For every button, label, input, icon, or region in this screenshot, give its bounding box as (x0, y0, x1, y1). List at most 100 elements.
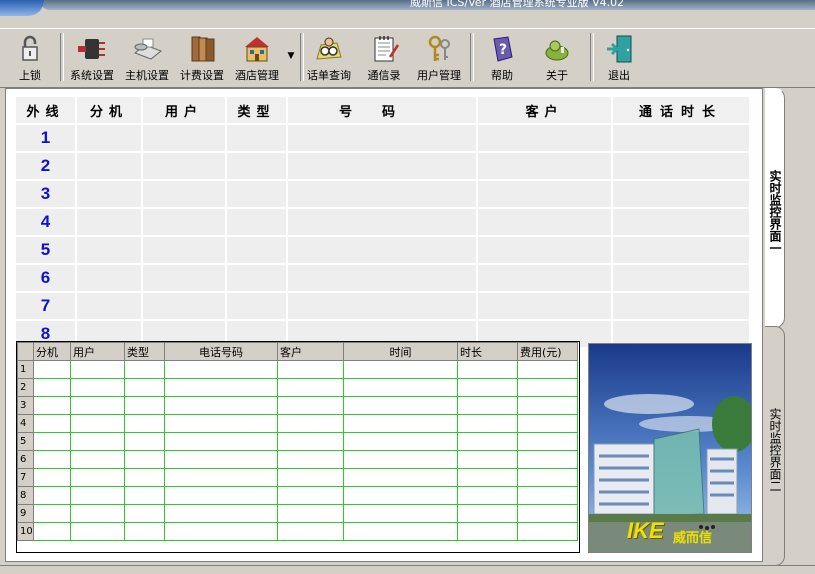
table-row[interactable]: 1 (17, 360, 578, 379)
main-panel: 外线 分机 用户 类型 号码 客户 通话时长 12345678 分机 用户 类型… (5, 88, 763, 562)
line-row[interactable]: 5 (16, 236, 751, 265)
line-cell (76, 124, 143, 153)
table-row[interactable]: 3 (17, 396, 578, 415)
table-row[interactable]: 6 (17, 450, 578, 469)
line-row[interactable]: 6 (16, 264, 751, 293)
log-cell (124, 432, 165, 451)
log-header-phone: 电话号码 (164, 342, 278, 361)
table-row[interactable]: 9 (17, 504, 578, 523)
hotel-dropdown-button[interactable]: ▼ (284, 31, 298, 85)
line-row[interactable]: 3 (16, 180, 751, 209)
log-cell (457, 522, 518, 541)
line-cell (612, 264, 751, 293)
line-row[interactable]: 1 (16, 124, 751, 153)
line-number: 4 (16, 208, 77, 237)
log-cell (124, 486, 165, 505)
line-number: 3 (16, 180, 77, 209)
row-number: 4 (17, 414, 34, 433)
system-settings-button[interactable]: 系统设置 (66, 31, 118, 85)
call-query-button[interactable]: 话单查询 (303, 31, 355, 85)
tab-realtime-monitor-1[interactable]: 实时监控界面一 (765, 88, 785, 328)
line-cell (612, 236, 751, 265)
log-cell (277, 378, 344, 397)
table-row[interactable]: 7 (17, 468, 578, 487)
about-icon (541, 33, 573, 65)
log-header-extension: 分机 (33, 342, 71, 361)
log-cell (164, 450, 278, 469)
line-cell (76, 236, 143, 265)
line-number: 5 (16, 236, 77, 265)
address-book-button[interactable]: 通信录 (358, 31, 410, 85)
log-cell (343, 486, 458, 505)
about-button[interactable]: 关于 (531, 31, 583, 85)
line-cell (76, 180, 143, 209)
row-number: 5 (17, 432, 34, 451)
line-cell (287, 292, 478, 321)
header-type: 类型 (226, 97, 288, 125)
line-row[interactable]: 7 (16, 292, 751, 321)
table-row[interactable]: 4 (17, 414, 578, 433)
log-cell (164, 468, 278, 487)
log-cell (124, 396, 165, 415)
host-settings-button[interactable]: 主机设置 (121, 31, 173, 85)
line-cell (226, 236, 288, 265)
log-cell (277, 450, 344, 469)
line-cell (477, 208, 613, 237)
billing-settings-button[interactable]: 计费设置 (176, 31, 228, 85)
line-row[interactable]: 2 (16, 152, 751, 181)
log-cell (343, 396, 458, 415)
hotel-management-button[interactable]: 酒店管理 (231, 31, 283, 85)
log-header-customer: 客户 (277, 342, 344, 361)
line-cell (76, 208, 143, 237)
log-cell (517, 504, 578, 523)
user-management-button[interactable]: 用户管理 (413, 31, 465, 85)
line-cell (287, 152, 478, 181)
header-number: 号码 (287, 97, 478, 125)
table-row[interactable]: 2 (17, 378, 578, 397)
tab-realtime-monitor-2[interactable]: 实时监控界面二 (765, 326, 785, 566)
log-header-type: 类型 (124, 342, 165, 361)
line-row[interactable]: 4 (16, 208, 751, 237)
log-cell (164, 360, 278, 379)
exit-button[interactable]: 退出 (596, 31, 642, 85)
table-row[interactable]: 10 (17, 522, 578, 541)
header-customer: 客户 (477, 97, 613, 125)
log-cell (70, 360, 125, 379)
line-cell (612, 180, 751, 209)
call-log-table[interactable]: 分机 用户 类型 电话号码 客户 时间 时长 费用(元) 1 2 3 4 5 6 7 8 9 10 (16, 341, 580, 553)
hotel-icon (241, 33, 273, 65)
log-cell (277, 522, 344, 541)
log-cell (33, 450, 71, 469)
log-cell (164, 504, 278, 523)
log-cell (277, 360, 344, 379)
table-row[interactable]: 8 (17, 486, 578, 505)
log-cell (277, 486, 344, 505)
line-cell (477, 236, 613, 265)
line-cell (477, 124, 613, 153)
line-cell (142, 264, 227, 293)
log-cell (343, 414, 458, 433)
line-cell (612, 152, 751, 181)
log-cell (517, 522, 578, 541)
line-cell (477, 264, 613, 293)
help-button[interactable]: ? 帮助 (476, 31, 528, 85)
row-number: 8 (17, 486, 34, 505)
line-cell (287, 124, 478, 153)
plug-icon (76, 33, 108, 65)
table-row[interactable]: 5 (17, 432, 578, 451)
log-cell (457, 414, 518, 433)
log-cell (517, 450, 578, 469)
log-cell (70, 522, 125, 541)
line-cell (612, 208, 751, 237)
row-number: 1 (17, 360, 34, 379)
line-cell (142, 124, 227, 153)
log-cell (457, 396, 518, 415)
log-cell (33, 432, 71, 451)
line-monitor-header: 外线 分机 用户 类型 号码 客户 通话时长 (16, 97, 751, 125)
line-cell (142, 208, 227, 237)
row-number: 7 (17, 468, 34, 487)
line-cell (76, 292, 143, 321)
line-cell (287, 236, 478, 265)
line-number: 2 (16, 152, 77, 181)
lock-button[interactable]: 上锁 (10, 31, 50, 85)
